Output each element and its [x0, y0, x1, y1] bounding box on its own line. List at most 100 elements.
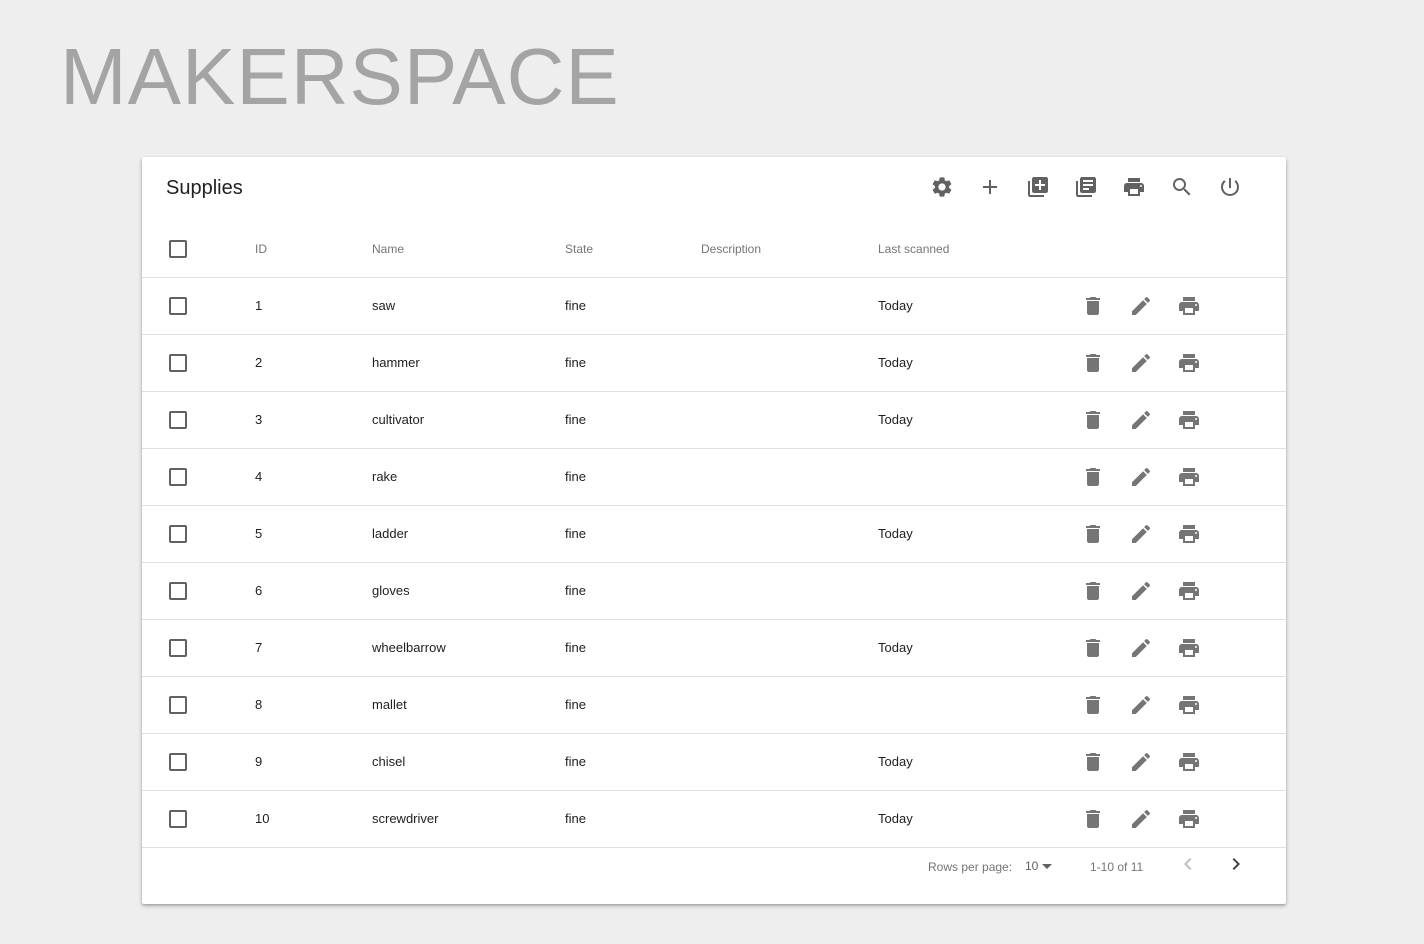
print-row-button[interactable]	[1177, 693, 1201, 717]
print-row-button[interactable]	[1177, 636, 1201, 660]
pencil-icon	[1129, 524, 1153, 550]
select-all-checkbox[interactable]	[169, 240, 187, 258]
edit-row-button[interactable]	[1129, 294, 1153, 318]
chevron-left-icon	[1176, 858, 1200, 879]
delete-row-button[interactable]	[1081, 807, 1105, 831]
delete-row-button[interactable]	[1081, 636, 1105, 660]
table-row[interactable]: 1 saw fine Today	[142, 278, 1286, 335]
table-row[interactable]: 2 hammer fine Today	[142, 335, 1286, 392]
cell-last-scanned: Today	[878, 412, 913, 427]
delete-row-button[interactable]	[1081, 522, 1105, 546]
cell-id: 7	[255, 640, 263, 655]
edit-row-button[interactable]	[1129, 408, 1153, 432]
print-row-button[interactable]	[1177, 579, 1201, 603]
table-row[interactable]: 9 chisel fine Today	[142, 734, 1286, 791]
row-checkbox[interactable]	[169, 525, 187, 543]
table-row[interactable]: 7 wheelbarrow fine Today	[142, 620, 1286, 677]
delete-row-button[interactable]	[1081, 693, 1105, 717]
pagination-range: 1-10 of 11	[1090, 860, 1144, 874]
pagination-footer: Rows per page: 10 1-10 of 11	[142, 848, 1286, 904]
column-header-description[interactable]: Description	[701, 242, 761, 256]
print-row-button[interactable]	[1177, 408, 1201, 432]
print-row-button[interactable]	[1177, 465, 1201, 489]
edit-row-button[interactable]	[1129, 579, 1153, 603]
edit-row-button[interactable]	[1129, 351, 1153, 375]
pencil-icon	[1129, 353, 1153, 379]
power-button[interactable]	[1206, 165, 1254, 213]
table-row[interactable]: 5 ladder fine Today	[142, 506, 1286, 563]
edit-row-button[interactable]	[1129, 693, 1153, 717]
row-checkbox[interactable]	[169, 468, 187, 486]
cell-id: 5	[255, 526, 263, 541]
row-checkbox[interactable]	[169, 753, 187, 771]
table-row[interactable]: 10 screwdriver fine Today	[142, 791, 1286, 848]
print-icon	[1177, 582, 1201, 607]
settings-icon	[930, 175, 954, 204]
cell-last-scanned: Today	[878, 640, 913, 655]
print-icon	[1177, 753, 1201, 778]
rows-per-page-select[interactable]: 10	[1025, 859, 1053, 873]
column-header-name[interactable]: Name	[372, 242, 404, 256]
cell-last-scanned: Today	[878, 526, 913, 541]
delete-row-button[interactable]	[1081, 294, 1105, 318]
delete-row-button[interactable]	[1081, 465, 1105, 489]
print-row-button[interactable]	[1177, 294, 1201, 318]
add-button[interactable]	[966, 165, 1014, 213]
trash-icon	[1081, 582, 1105, 607]
edit-row-button[interactable]	[1129, 807, 1153, 831]
cell-name: ladder	[372, 526, 409, 541]
cell-last-scanned: Today	[878, 754, 913, 769]
previous-page-button[interactable]	[1176, 852, 1200, 876]
row-checkbox[interactable]	[169, 411, 187, 429]
delete-row-button[interactable]	[1081, 351, 1105, 375]
delete-row-button[interactable]	[1081, 750, 1105, 774]
row-checkbox[interactable]	[169, 696, 187, 714]
column-header-id[interactable]: ID	[255, 242, 267, 256]
add-multiple-button[interactable]	[1014, 165, 1062, 213]
print-icon	[1177, 354, 1201, 379]
cell-name: cultivator	[372, 412, 425, 427]
search-button[interactable]	[1158, 165, 1206, 213]
table-row[interactable]: 8 mallet fine	[142, 677, 1286, 734]
rows-per-page-value: 10	[1025, 859, 1039, 873]
edit-row-button[interactable]	[1129, 636, 1153, 660]
row-checkbox[interactable]	[169, 639, 187, 657]
edit-row-button[interactable]	[1129, 750, 1153, 774]
row-checkbox[interactable]	[169, 582, 187, 600]
table-row[interactable]: 4 rake fine	[142, 449, 1286, 506]
cell-state: fine	[565, 583, 586, 598]
settings-button[interactable]	[918, 165, 966, 213]
row-checkbox[interactable]	[169, 810, 187, 828]
search-icon	[1170, 175, 1194, 204]
print-row-button[interactable]	[1177, 750, 1201, 774]
trash-icon	[1081, 639, 1105, 664]
next-page-button[interactable]	[1224, 852, 1248, 876]
card-header: Supplies	[142, 157, 1286, 221]
print-row-button[interactable]	[1177, 522, 1201, 546]
cell-id: 10	[255, 811, 270, 826]
cell-state: fine	[565, 355, 586, 370]
cell-state: fine	[565, 298, 586, 313]
row-checkbox[interactable]	[169, 297, 187, 315]
row-checkbox[interactable]	[169, 354, 187, 372]
cell-name: hammer	[372, 355, 420, 370]
cell-state: fine	[565, 697, 586, 712]
cell-id: 6	[255, 583, 263, 598]
cell-name: gloves	[372, 583, 410, 598]
print-row-button[interactable]	[1177, 807, 1201, 831]
column-header-last-scanned[interactable]: Last scanned	[878, 242, 949, 256]
pencil-icon	[1129, 467, 1153, 493]
pencil-icon	[1129, 638, 1153, 664]
delete-row-button[interactable]	[1081, 579, 1105, 603]
library-books-icon	[1074, 175, 1098, 204]
edit-row-button[interactable]	[1129, 522, 1153, 546]
print-all-button[interactable]	[1110, 165, 1158, 213]
table-row[interactable]: 6 gloves fine	[142, 563, 1286, 620]
library-books-button[interactable]	[1062, 165, 1110, 213]
edit-row-button[interactable]	[1129, 465, 1153, 489]
delete-row-button[interactable]	[1081, 408, 1105, 432]
cell-state: fine	[565, 412, 586, 427]
table-row[interactable]: 3 cultivator fine Today	[142, 392, 1286, 449]
column-header-state[interactable]: State	[565, 242, 593, 256]
print-row-button[interactable]	[1177, 351, 1201, 375]
